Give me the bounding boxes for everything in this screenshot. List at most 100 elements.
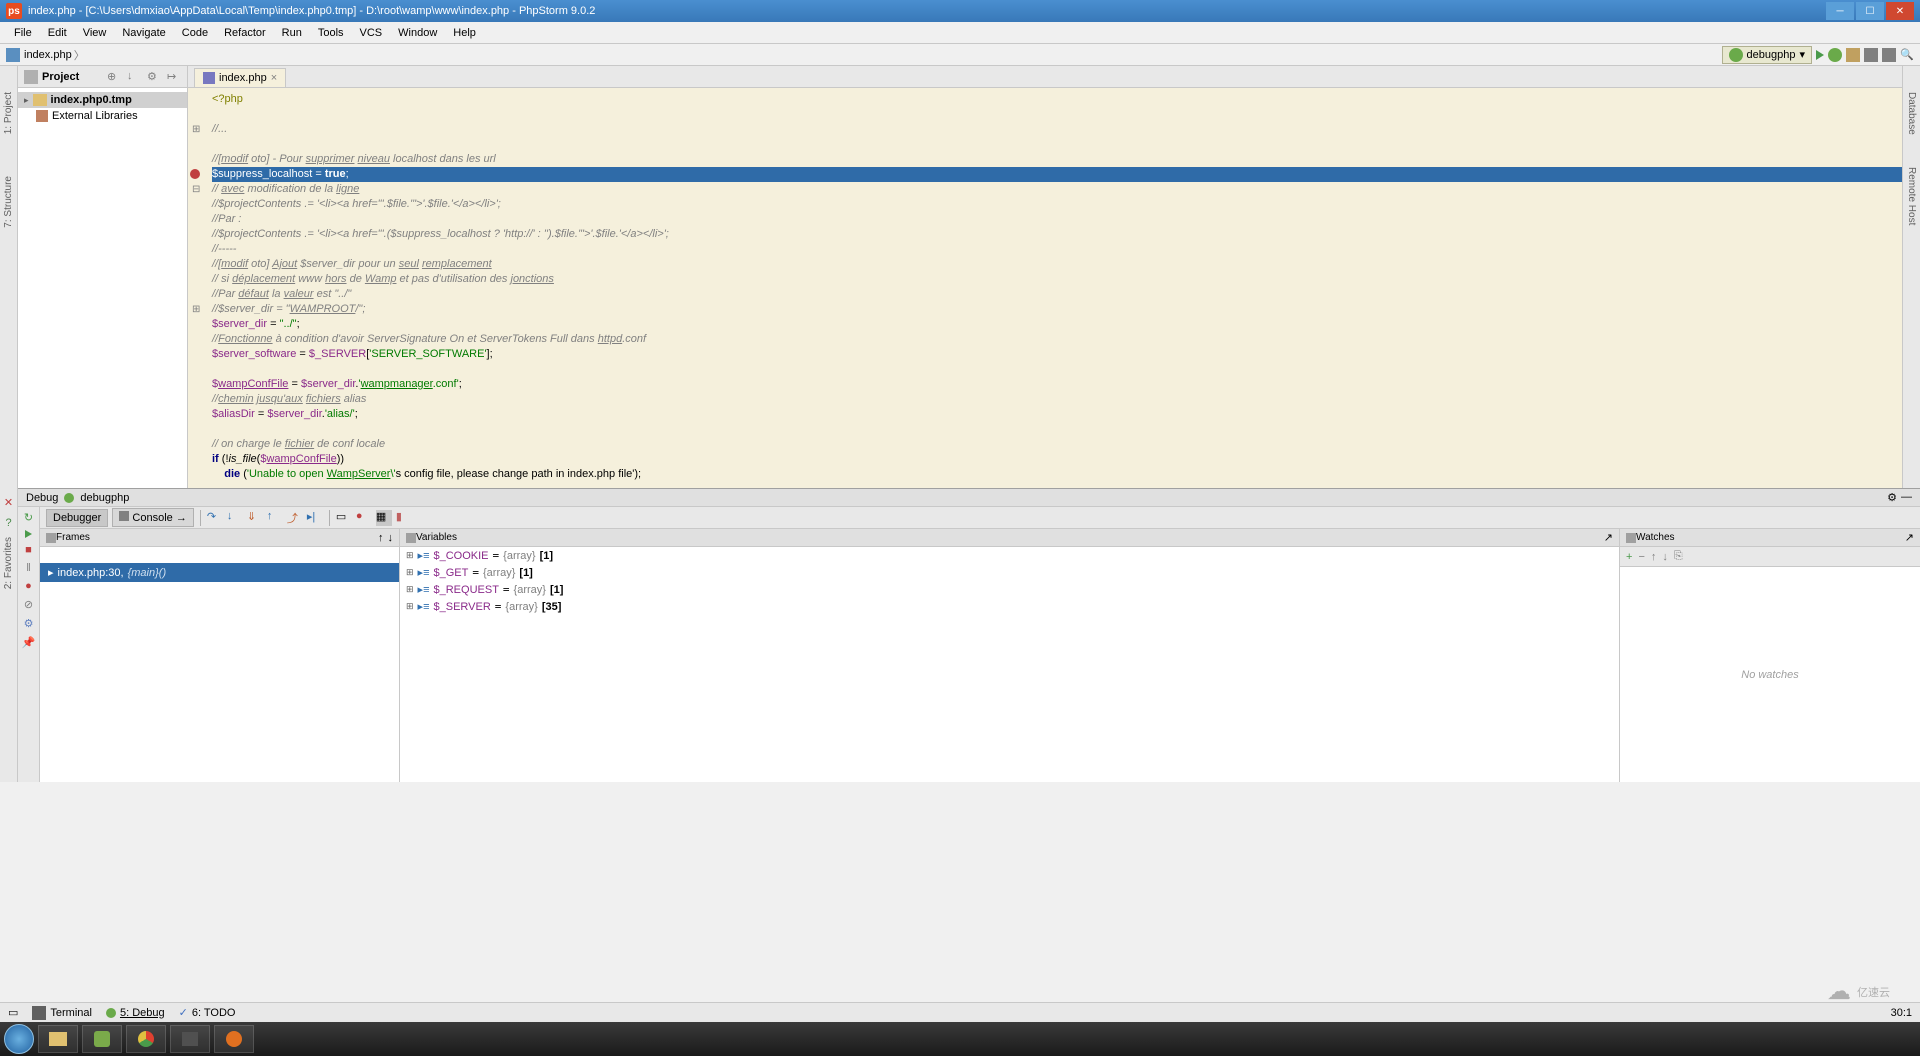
menu-help[interactable]: Help (445, 27, 484, 39)
tab-close-button[interactable]: × (271, 72, 277, 84)
step-out-button[interactable]: ↑ (267, 510, 283, 526)
menu-window[interactable]: Window (390, 27, 445, 39)
duplicate-watch-button[interactable]: ⎘ (1674, 550, 1683, 563)
taskbar-firefox[interactable] (214, 1025, 254, 1053)
code-line[interactable]: //[modif oto] - Pour supprimer niveau lo… (212, 152, 1902, 167)
code-line[interactable] (212, 137, 1902, 152)
menu-view[interactable]: View (75, 27, 115, 39)
variable-row[interactable]: ⊞ ▸≡ $_COOKIE = {array} [1] (400, 547, 1619, 564)
taskbar-app-2[interactable] (170, 1025, 210, 1053)
code-line[interactable]: $server_dir = "../"; (212, 317, 1902, 332)
code-editor[interactable]: <?php //...⊞ //[modif oto] - Pour suppri… (188, 88, 1902, 488)
code-line[interactable]: $aliasDir = $server_dir.'alias/'; (212, 407, 1902, 422)
add-watch-button[interactable]: + (1626, 551, 1632, 563)
minimize-icon[interactable]: — (1901, 491, 1912, 504)
view-breakpoints-button[interactable]: ● (25, 580, 32, 592)
tree-node-libraries[interactable]: External Libraries (18, 108, 187, 124)
menu-run[interactable]: Run (274, 27, 310, 39)
settings-button[interactable]: ⚙ (147, 70, 161, 84)
search-button[interactable]: 🔍 (1900, 48, 1914, 62)
maximize-button[interactable]: ☐ (1856, 2, 1884, 20)
menu-code[interactable]: Code (174, 27, 216, 39)
drop-frame-button[interactable]: ⤴ (287, 510, 303, 526)
menu-refactor[interactable]: Refactor (216, 27, 274, 39)
status-debug[interactable]: 5: Debug (106, 1007, 165, 1019)
close-button[interactable]: ✕ (1886, 2, 1914, 20)
tool-tab-project[interactable]: 1: Project (3, 86, 14, 140)
fold-icon[interactable]: ⊟ (192, 182, 200, 197)
fold-icon[interactable]: ⊞ (192, 122, 200, 137)
rerun-button[interactable]: ↻ (24, 511, 33, 524)
menu-navigate[interactable]: Navigate (114, 27, 173, 39)
tree-node-root[interactable]: ▸ index.php0.tmp (18, 92, 187, 108)
evaluate-button[interactable]: ▭ (336, 510, 352, 526)
next-frame-button[interactable]: ↓ (388, 532, 394, 544)
hide-button[interactable]: ↦ (167, 70, 181, 84)
stop-button[interactable]: ■ (25, 544, 32, 556)
stop-button[interactable] (1864, 48, 1878, 62)
code-line[interactable] (212, 422, 1902, 437)
code-line[interactable]: die ('Unable to open WampServer\'s confi… (212, 467, 1902, 482)
collapse-all-button[interactable]: ↓ (127, 70, 141, 84)
pin-button[interactable]: 📌 (22, 636, 36, 649)
menu-file[interactable]: File (6, 27, 40, 39)
start-button[interactable] (4, 1024, 34, 1054)
resume-button[interactable] (25, 530, 32, 538)
code-line[interactable]: //Par défaut la valeur est "../" (212, 287, 1902, 302)
code-line[interactable]: //[modif oto] Ajout $server_dir pour un … (212, 257, 1902, 272)
close-button[interactable]: ▮ (396, 510, 412, 526)
debugger-tab[interactable]: Debugger (46, 509, 108, 527)
tool-tab-structure[interactable]: 7: Structure (3, 170, 14, 234)
code-line[interactable]: $wampConfFile = $server_dir.'wampmanager… (212, 377, 1902, 392)
expand-icon[interactable]: ⊞ (406, 584, 414, 595)
code-line[interactable]: //$server_dir = "WAMPROOT/";⊞ (212, 302, 1902, 317)
code-line[interactable] (212, 107, 1902, 122)
variable-row[interactable]: ⊞ ▸≡ $_GET = {array} [1] (400, 564, 1619, 581)
code-line[interactable]: //chemin jusqu'aux fichiers alias (212, 392, 1902, 407)
debug-button[interactable] (1828, 48, 1842, 62)
menu-tools[interactable]: Tools (310, 27, 352, 39)
expand-icon[interactable]: ⊞ (406, 567, 414, 578)
force-step-into-button[interactable]: ⇓ (247, 510, 263, 526)
code-line[interactable]: //Fonctionne à condition d'avoir ServerS… (212, 332, 1902, 347)
move-up-button[interactable]: ↑ (1651, 551, 1657, 563)
scroll-from-source-button[interactable]: ⊕ (107, 70, 121, 84)
fold-icon[interactable]: ⊞ (192, 302, 200, 317)
menu-vcs[interactable]: VCS (352, 27, 391, 39)
help-icon[interactable]: ? (5, 517, 11, 529)
code-line[interactable]: // avec modification de la ligne⊟ (212, 182, 1902, 197)
status-todo[interactable]: ✓ 6: TODO (179, 1006, 236, 1019)
code-line[interactable]: if (!is_file($wampConfFile)) (212, 452, 1902, 467)
run-config-selector[interactable]: debugphp ▾ (1722, 46, 1812, 64)
code-line[interactable]: $suppress_localhost = true; (212, 167, 1902, 182)
minimize-button[interactable]: ─ (1826, 2, 1854, 20)
code-line[interactable]: //...⊞ (212, 122, 1902, 137)
run-button[interactable] (1816, 50, 1824, 60)
settings-button[interactable]: ⚙ (24, 617, 34, 630)
stack-frame[interactable]: ▸ index.php:30, {main}() (40, 563, 399, 582)
breakpoint-icon[interactable] (190, 169, 200, 179)
variable-row[interactable]: ⊞ ▸≡ $_REQUEST = {array} [1] (400, 581, 1619, 598)
code-line[interactable]: //$projectContents .= '<li><a href="'.$f… (212, 197, 1902, 212)
tool-tab-favorites[interactable]: 2: Favorites (3, 537, 14, 589)
menu-edit[interactable]: Edit (40, 27, 75, 39)
code-line[interactable] (212, 362, 1902, 377)
tool-tab-remote-host[interactable]: Remote Host (1906, 161, 1917, 231)
variable-row[interactable]: ⊞ ▸≡ $_SERVER = {array} [35] (400, 598, 1619, 615)
step-into-button[interactable]: ↓ (227, 510, 243, 526)
taskbar-explorer[interactable] (38, 1025, 78, 1053)
code-line[interactable]: $server_software = $_SERVER['SERVER_SOFT… (212, 347, 1902, 362)
status-toggle-button[interactable]: ▭ (8, 1006, 18, 1019)
expand-icon[interactable]: ▸ (24, 95, 29, 106)
code-line[interactable]: //----- (212, 242, 1902, 257)
expand-icon[interactable]: ⊞ (406, 601, 414, 612)
code-line[interactable]: //$projectContents .= '<li><a href="'.($… (212, 227, 1902, 242)
toggle-breakpoint-button[interactable]: ● (356, 510, 372, 526)
status-terminal[interactable]: Terminal (32, 1006, 92, 1020)
mute-breakpoints-button[interactable]: ⊘ (24, 598, 33, 611)
tool-tab-database[interactable]: Database (1906, 86, 1917, 141)
expand-icon[interactable]: ⊞ (406, 550, 414, 561)
breadcrumb-file[interactable]: index.php (24, 49, 72, 61)
step-over-button[interactable]: ↷ (207, 510, 223, 526)
layout-button[interactable]: ▦ (376, 510, 392, 526)
